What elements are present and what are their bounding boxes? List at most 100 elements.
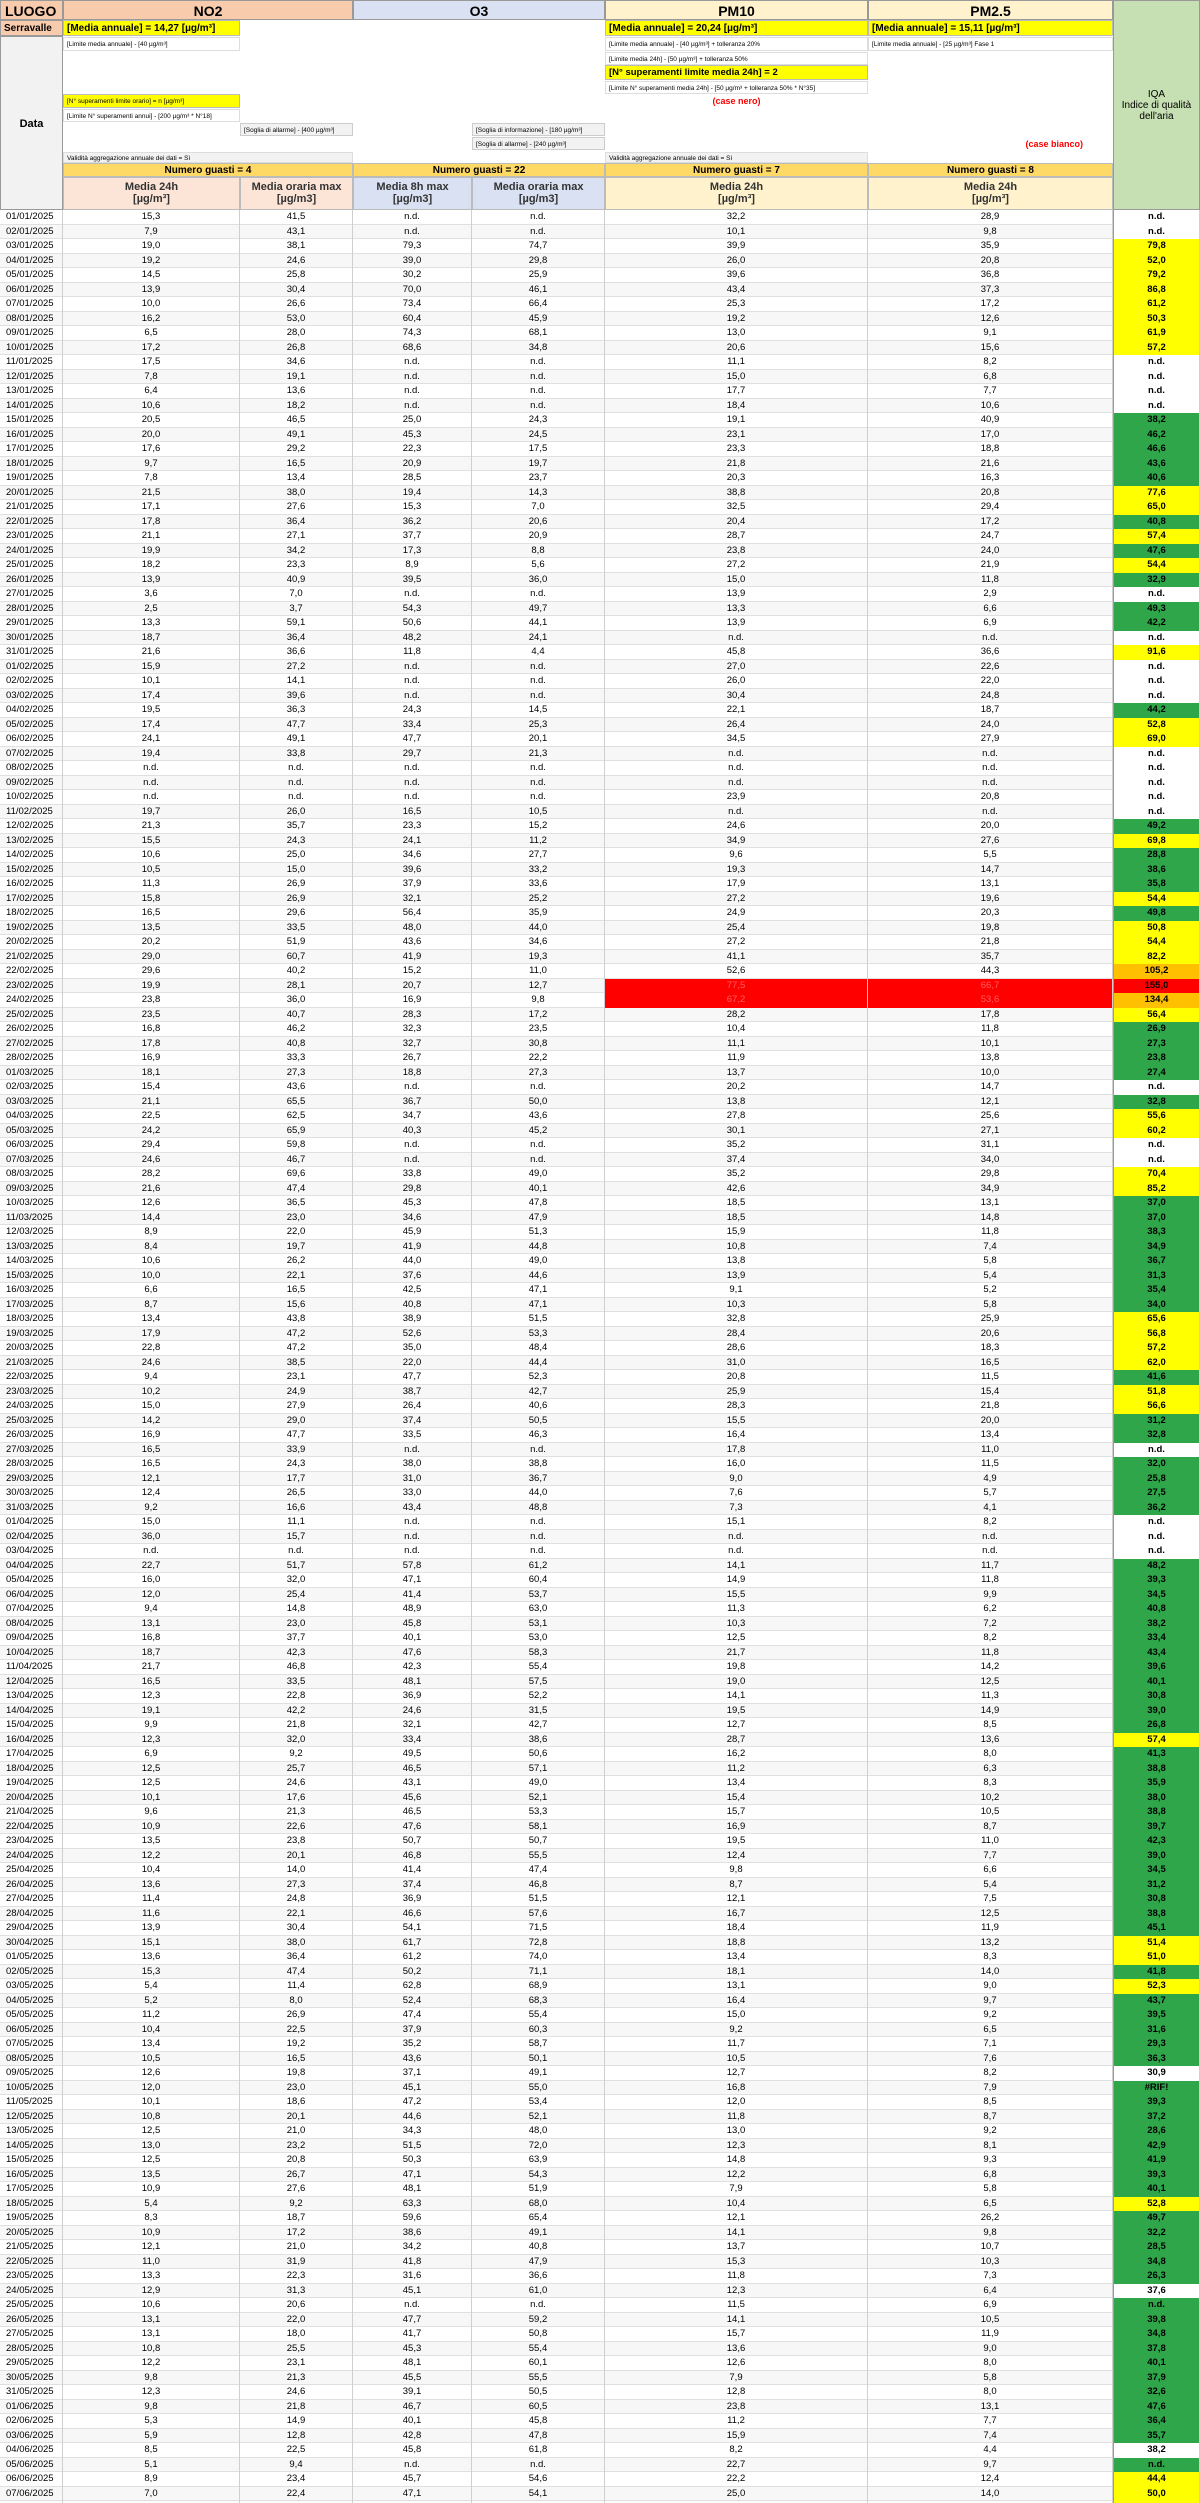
no2-oraria-cell: 7,0	[240, 587, 353, 602]
date-cell: 05/05/2025	[0, 2008, 63, 2023]
no2-media24-cell: 17,6	[63, 442, 240, 457]
table-row: 26/01/2025 13,9 40,9 39,5 36,0 15,0 11,8 32,9	[0, 572, 1200, 587]
iqa-cell: n.d.	[1113, 1138, 1200, 1153]
pm25-media24-cell: 36,8	[868, 268, 1113, 283]
date-cell: 05/06/2025	[0, 2457, 63, 2472]
iqa-cell: n.d.	[1113, 355, 1200, 370]
no2-oraria-cell: 20,1	[240, 1848, 353, 1863]
o3-8h-cell: 47,7	[353, 2312, 472, 2327]
no2-oraria-cell: 29,2	[240, 442, 353, 457]
date-cell: 19/02/2025	[0, 920, 63, 935]
iqa-cell: n.d.	[1113, 659, 1200, 674]
pm25-media24-cell: 24,0	[868, 543, 1113, 558]
no2-oraria-cell: 47,4	[240, 1181, 353, 1196]
o3-8h-cell: 41,4	[353, 1587, 472, 1602]
sheet-header: LUOGO Serravalle Data NO2 O3 PM10 PM2.5 …	[0, 0, 1200, 210]
pm10-media24-cell: 23,9	[605, 790, 868, 805]
table-row: 02/01/2025 7,9 43,1 n.d. n.d. 10,1 9,8 n.d.	[0, 224, 1200, 239]
no2-oraria-cell: 23,0	[240, 2080, 353, 2095]
o3-oraria-cell: 60,3	[472, 2022, 605, 2037]
no2-oraria-cell: 31,9	[240, 2254, 353, 2269]
no2-media24-cell: 24,2	[63, 1123, 240, 1138]
o3-8h-cell: 32,1	[353, 1718, 472, 1733]
table-row: 09/04/2025 16,8 37,7 40,1 53,0 12,5 8,2 33,4	[0, 1631, 1200, 1646]
spreadsheet: LUOGO Serravalle Data NO2 O3 PM10 PM2.5 …	[0, 0, 1200, 2503]
iqa-cell: 48,2	[1113, 1558, 1200, 1573]
no2-media24-cell: 16,9	[63, 1051, 240, 1066]
no2-oraria-cell: 23,2	[240, 2138, 353, 2153]
o3-oraria-cell: 42,7	[472, 1718, 605, 1733]
o3-oraria-cell: 49,0	[472, 1254, 605, 1269]
pm25-media24-cell: 35,7	[868, 949, 1113, 964]
pm10-media24-cell: 13,8	[605, 1094, 868, 1109]
o3-oraria-cell: 27,7	[472, 848, 605, 863]
iqa-cell: 39,3	[1113, 2167, 1200, 2182]
no2-oraria-cell: 23,0	[240, 1210, 353, 1225]
pm25-media24-cell: 6,9	[868, 616, 1113, 631]
no2-media24-cell: 6,5	[63, 326, 240, 341]
o3-oraria-cell: 45,9	[472, 311, 605, 326]
o3-8h-cell: 47,4	[353, 2008, 472, 2023]
table-row: 11/04/2025 21,7 46,8 42,3 55,4 19,8 14,2 39,6	[0, 1660, 1200, 1675]
date-cell: 23/05/2025	[0, 2269, 63, 2284]
table-row: 15/03/2025 10,0 22,1 37,6 44,6 13,9 5,4 31,3	[0, 1268, 1200, 1283]
date-cell: 02/01/2025	[0, 224, 63, 239]
pm25-media24-cell: 8,2	[868, 355, 1113, 370]
pm10-col-media24: Media 24h [µg/m³]	[605, 177, 868, 210]
o3-oraria-cell: 72,8	[472, 1935, 605, 1950]
no2-oraria-cell: 9,4	[240, 2457, 353, 2472]
pm10-media24-cell: 12,4	[605, 1848, 868, 1863]
o3-oraria-cell: 51,5	[472, 1892, 605, 1907]
pm10-media24-cell: 27,2	[605, 891, 868, 906]
no2-oraria-cell: 29,0	[240, 1413, 353, 1428]
iqa-cell: 49,2	[1113, 819, 1200, 834]
o3-oraria-cell: 24,5	[472, 427, 605, 442]
pm10-media24-cell: 15,9	[605, 1225, 868, 1240]
o3-oraria-cell: 60,1	[472, 2356, 605, 2371]
pm10-media24-cell: 11,7	[605, 2037, 868, 2052]
no2-media24-cell: 12,5	[63, 2124, 240, 2139]
pm25-header: PM2.5	[868, 0, 1113, 20]
no2-oraria-cell: 46,5	[240, 413, 353, 428]
o3-8h-cell: 40,1	[353, 1631, 472, 1646]
no2-media24-cell: 11,3	[63, 877, 240, 892]
no2-col-media24: Media 24h [µg/m³]	[63, 177, 240, 210]
pm25-media24-cell: 25,9	[868, 1312, 1113, 1327]
no2-oraria-cell: 23,8	[240, 1834, 353, 1849]
pm25-media24-cell: 9,8	[868, 2225, 1113, 2240]
table-row: 25/05/2025 10,6 20,6 n.d. n.d. 11,5 6,9 n.d.	[0, 2298, 1200, 2313]
no2-oraria-cell: 33,3	[240, 1051, 353, 1066]
o3-oraria-cell: 68,0	[472, 2196, 605, 2211]
no2-media24-cell: 12,3	[63, 1689, 240, 1704]
date-cell: 17/03/2025	[0, 1297, 63, 1312]
no2-media24-cell: 19,5	[63, 703, 240, 718]
no2-oraria-cell: 25,4	[240, 1587, 353, 1602]
pm10-header: PM10	[605, 0, 868, 20]
no2-media24-cell: 10,4	[63, 1863, 240, 1878]
pm10-media-annuale: [Media annuale] = 20,24 [µg/m³]	[605, 20, 868, 36]
pm25-media24-cell: 5,8	[868, 1297, 1113, 1312]
no2-oraria-cell: 25,5	[240, 2341, 353, 2356]
no2-oraria-cell: 41,5	[240, 210, 353, 225]
no2-soglia-allarme: [Soglia di allarme] - [400 µg/m³]	[240, 123, 353, 136]
no2-oraria-cell: 40,9	[240, 572, 353, 587]
iqa-cell: n.d.	[1113, 688, 1200, 703]
pm10-media24-cell: 20,6	[605, 340, 868, 355]
pm10-media24-cell: 30,4	[605, 688, 868, 703]
no2-media24-cell: 11,6	[63, 1906, 240, 1921]
date-cell: 18/04/2025	[0, 1761, 63, 1776]
no2-oraria-cell: 14,1	[240, 674, 353, 689]
pm25-media24-cell: 13,1	[868, 2399, 1113, 2414]
o3-oraria-cell: 58,7	[472, 2037, 605, 2052]
date-cell: 03/03/2025	[0, 1094, 63, 1109]
pm10-media24-cell: 11,8	[605, 2269, 868, 2284]
no2-media24-cell: 14,5	[63, 268, 240, 283]
table-row: 25/03/2025 14,2 29,0 37,4 50,5 15,5 20,0 31,2	[0, 1413, 1200, 1428]
date-cell: 20/03/2025	[0, 1341, 63, 1356]
no2-media24-cell: n.d.	[63, 775, 240, 790]
pm10-media24-cell: 15,3	[605, 2254, 868, 2269]
o3-8h-cell: 54,1	[353, 1921, 472, 1936]
iqa-cell: 40,8	[1113, 1602, 1200, 1617]
o3-col-oraria: Media oraria max [µg/m3]	[472, 177, 605, 210]
date-cell: 19/01/2025	[0, 471, 63, 486]
